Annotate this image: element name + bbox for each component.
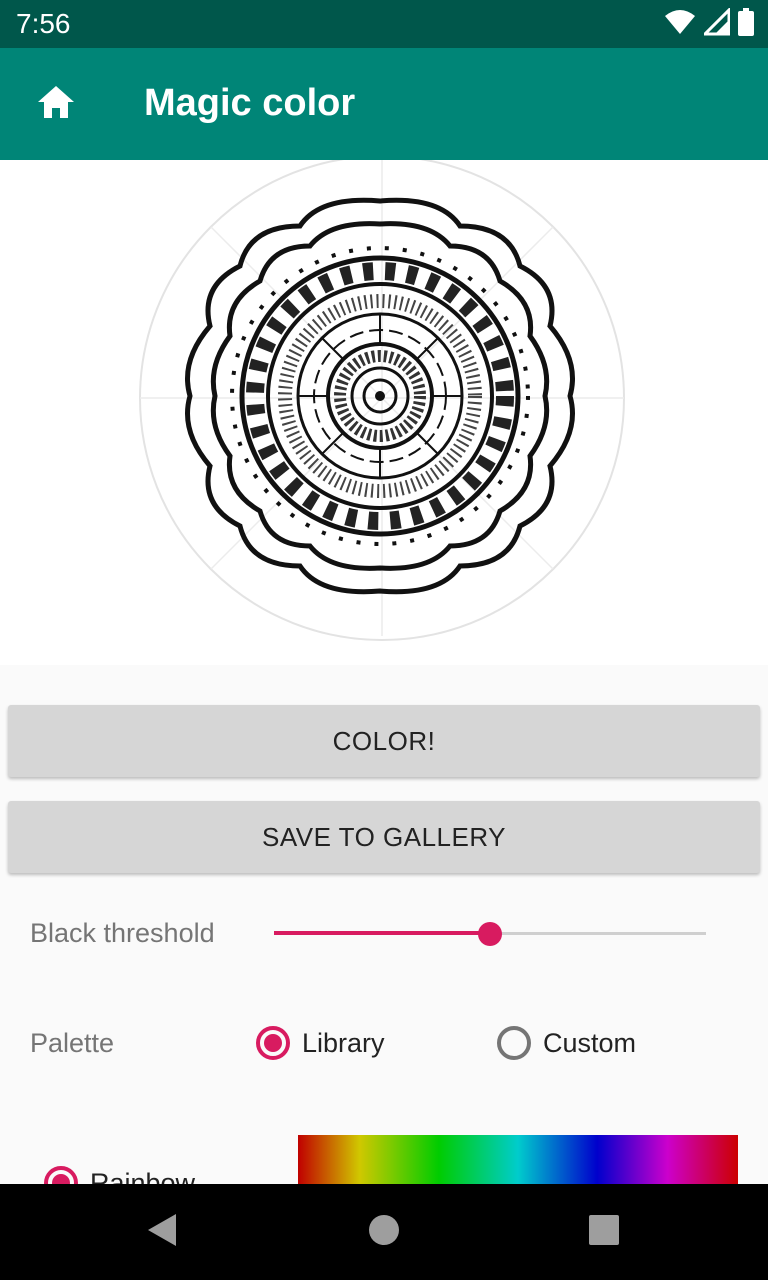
- app-bar: Magic color: [0, 48, 768, 160]
- battery-icon: [738, 7, 754, 41]
- palette-label: Palette: [30, 1028, 115, 1058]
- wifi-icon: [664, 8, 696, 41]
- radio-checked-icon: [256, 1026, 290, 1060]
- back-button[interactable]: [132, 1202, 192, 1262]
- black-threshold-label: Black threshold: [30, 918, 215, 948]
- mandala-drawing-icon: [139, 155, 625, 641]
- status-time: 7:56: [16, 8, 71, 39]
- status-bar: 7:56: [0, 0, 768, 48]
- palette-custom-radio[interactable]: Custom: [497, 1026, 636, 1060]
- slider-thumb[interactable]: [478, 922, 502, 946]
- signal-icon: [701, 5, 731, 41]
- black-threshold-slider[interactable]: [274, 920, 706, 948]
- palette-library-radio[interactable]: Library: [256, 1026, 385, 1060]
- radio-unchecked-icon: [497, 1026, 531, 1060]
- back-icon: [146, 1213, 178, 1252]
- home-nav-button[interactable]: [354, 1202, 414, 1262]
- color-button[interactable]: COLOR!: [8, 705, 760, 777]
- recents-icon: [589, 1214, 619, 1250]
- navigation-bar: [0, 1184, 768, 1280]
- palette-custom-label: Custom: [543, 1027, 637, 1058]
- slider-fill: [274, 931, 490, 935]
- app-title: Magic color: [144, 82, 356, 124]
- status-icons: [664, 5, 754, 41]
- home-button[interactable]: [20, 72, 92, 136]
- mandala-image: [0, 155, 768, 665]
- home-icon: [36, 84, 76, 125]
- home-circle-icon: [368, 1214, 400, 1251]
- screen: 7:56 Magic color COLOR! SAVE TO GALLERY …: [0, 0, 768, 1280]
- palette-library-label: Library: [302, 1027, 385, 1058]
- recents-button[interactable]: [574, 1202, 634, 1262]
- save-to-gallery-button[interactable]: SAVE TO GALLERY: [8, 801, 760, 873]
